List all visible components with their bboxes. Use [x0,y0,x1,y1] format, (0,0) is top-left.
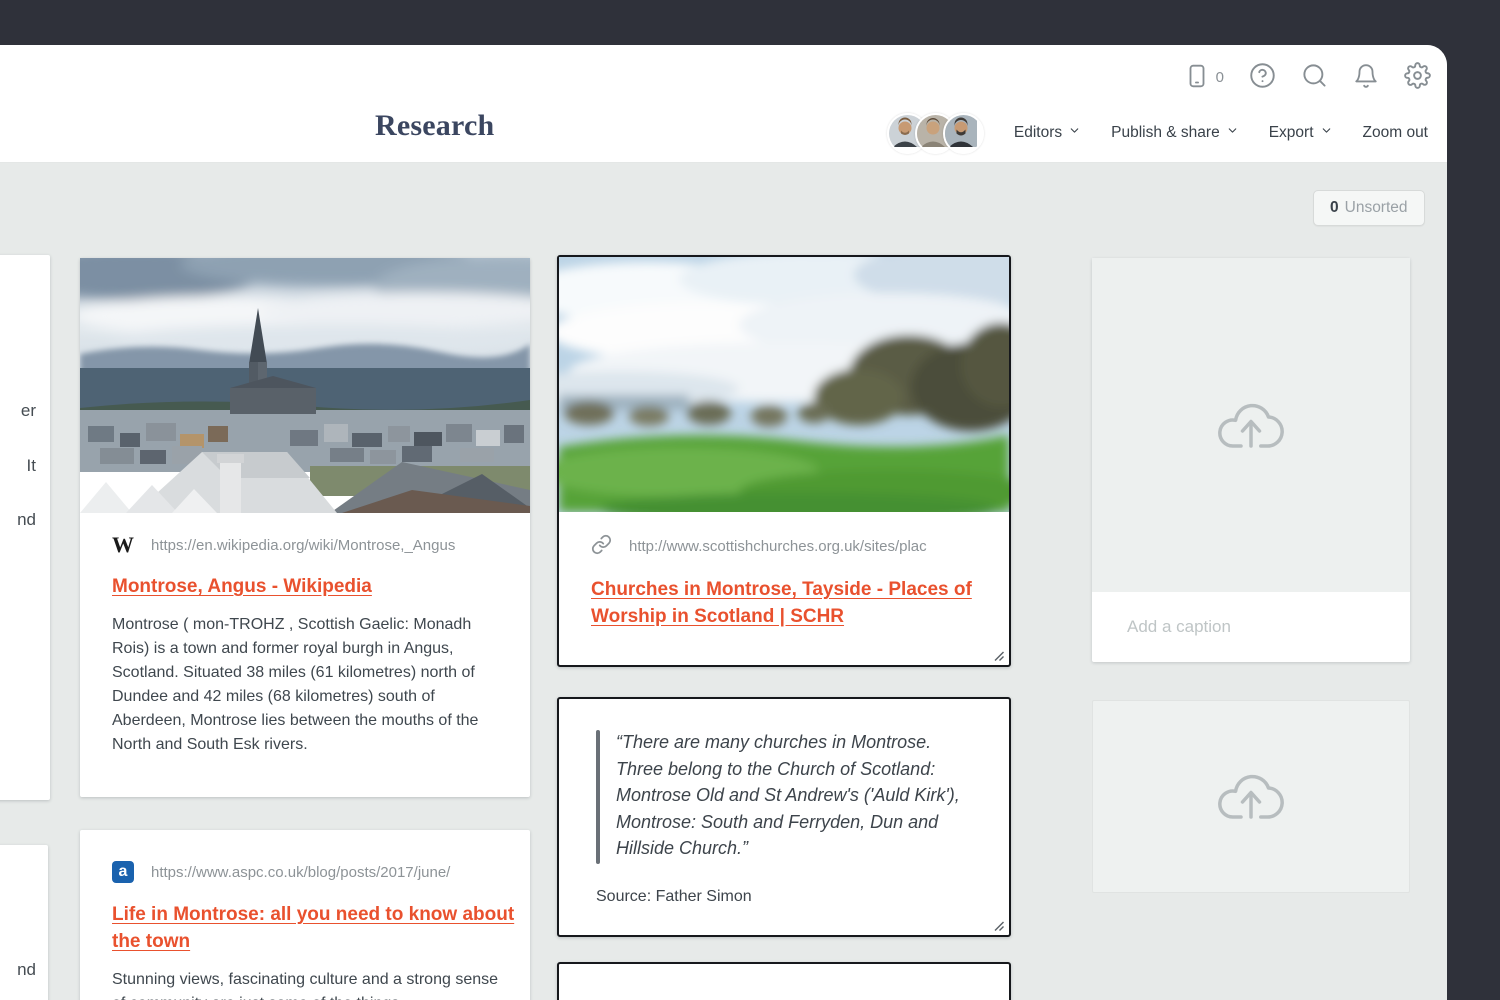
export-menu[interactable]: Export [1269,124,1333,142]
link-card-aspc-life-in-montrose[interactable]: a https://www.aspc.co.uk/blog/posts/2017… [80,830,530,1000]
clipped-text: nd [17,960,36,980]
link-url: https://en.wikipedia.org/wiki/Montrose,_… [151,537,455,554]
blockquote-bar [596,730,600,864]
chevron-down-icon [1226,124,1239,142]
board-window: Research 0 [0,45,1447,1000]
image-upload-card[interactable] [1092,258,1410,662]
link-url: https://www.aspc.co.uk/blog/posts/2017/j… [151,864,450,881]
caption-input[interactable] [1125,616,1379,638]
page-title: Research [375,109,494,143]
clipped-text: er [21,401,36,421]
link-card-wikipedia-montrose[interactable]: W https://en.wikipedia.org/wiki/Montrose… [80,258,530,797]
resize-handle[interactable] [993,649,1005,661]
header-menu-row: Editors Publish & share Export Zoom out [887,115,1428,151]
unsorted-button[interactable]: 0 Unsorted [1313,190,1425,226]
image-upload-card-empty[interactable] [1092,700,1410,893]
link-source-row: a https://www.aspc.co.uk/blog/posts/2017… [112,861,498,883]
blurry-field-photo [559,257,1009,512]
montrose-town-photo [80,258,530,513]
link-description: Stunning views, fascinating culture and … [112,968,512,1000]
board-header: Research 0 [0,45,1447,163]
cloud-upload-icon [1213,763,1289,830]
link-source-row: W https://en.wikipedia.org/wiki/Montrose… [112,534,498,556]
chevron-down-icon [1068,124,1081,142]
clipped-text: It [27,456,36,476]
help-button[interactable] [1249,62,1276,92]
bell-icon [1353,63,1379,92]
cloud-upload-icon [1213,392,1289,459]
chevron-down-icon [1320,124,1333,142]
link-url: http://www.scottishchurches.org.uk/sites… [629,538,927,555]
unsorted-count: 0 [1330,199,1339,217]
mobile-devices-button[interactable]: 0 [1184,63,1224,92]
editor-avatars[interactable] [887,113,984,154]
quote-text: “There are many churches in Montrose. Th… [616,729,968,862]
editors-menu[interactable]: Editors [1014,124,1081,142]
zoom-out-button[interactable]: Zoom out [1363,124,1428,142]
caption-area [1092,592,1410,662]
header-icon-toolbar: 0 [1184,60,1431,94]
partial-card-bottom[interactable] [557,962,1011,1000]
link-title[interactable]: Churches in Montrose, Tayside - Places o… [591,576,977,630]
publish-share-label: Publish & share [1111,124,1220,142]
aspc-favicon: a [112,861,134,883]
smartphone-icon [1184,63,1210,92]
editors-label: Editors [1014,124,1062,142]
gear-icon [1404,62,1431,92]
help-icon [1249,62,1276,92]
export-label: Export [1269,124,1314,142]
link-description: Montrose ( mon-TROHZ , Scottish Gaelic: … [112,613,512,757]
clipped-text: nd [17,510,36,530]
search-button[interactable] [1301,62,1328,92]
quote-card[interactable]: “There are many churches in Montrose. Th… [557,697,1011,937]
partial-text-card-bottom-left[interactable]: nd [0,845,48,1000]
link-title[interactable]: Montrose, Angus - Wikipedia [112,573,512,600]
settings-button[interactable] [1404,62,1431,92]
unsorted-label: Unsorted [1345,199,1408,217]
quote-source: Source: Father Simon [596,888,752,906]
link-title[interactable]: Life in Montrose: all you need to know a… [112,901,524,955]
partial-text-card-left[interactable]: er It nd [0,255,50,800]
device-count: 0 [1216,69,1224,86]
link-source-row: http://www.scottishchurches.org.uk/sites… [591,534,977,559]
link-icon [591,534,612,559]
avatar [943,113,984,154]
wikipedia-favicon: W [112,534,134,556]
zoom-out-label: Zoom out [1363,124,1428,142]
resize-handle[interactable] [993,919,1005,931]
publish-share-menu[interactable]: Publish & share [1111,124,1239,142]
search-icon [1301,62,1328,92]
upload-dropzone[interactable] [1092,258,1410,592]
link-card-scottish-churches[interactable]: http://www.scottishchurches.org.uk/sites… [557,255,1011,667]
notifications-button[interactable] [1353,63,1379,92]
